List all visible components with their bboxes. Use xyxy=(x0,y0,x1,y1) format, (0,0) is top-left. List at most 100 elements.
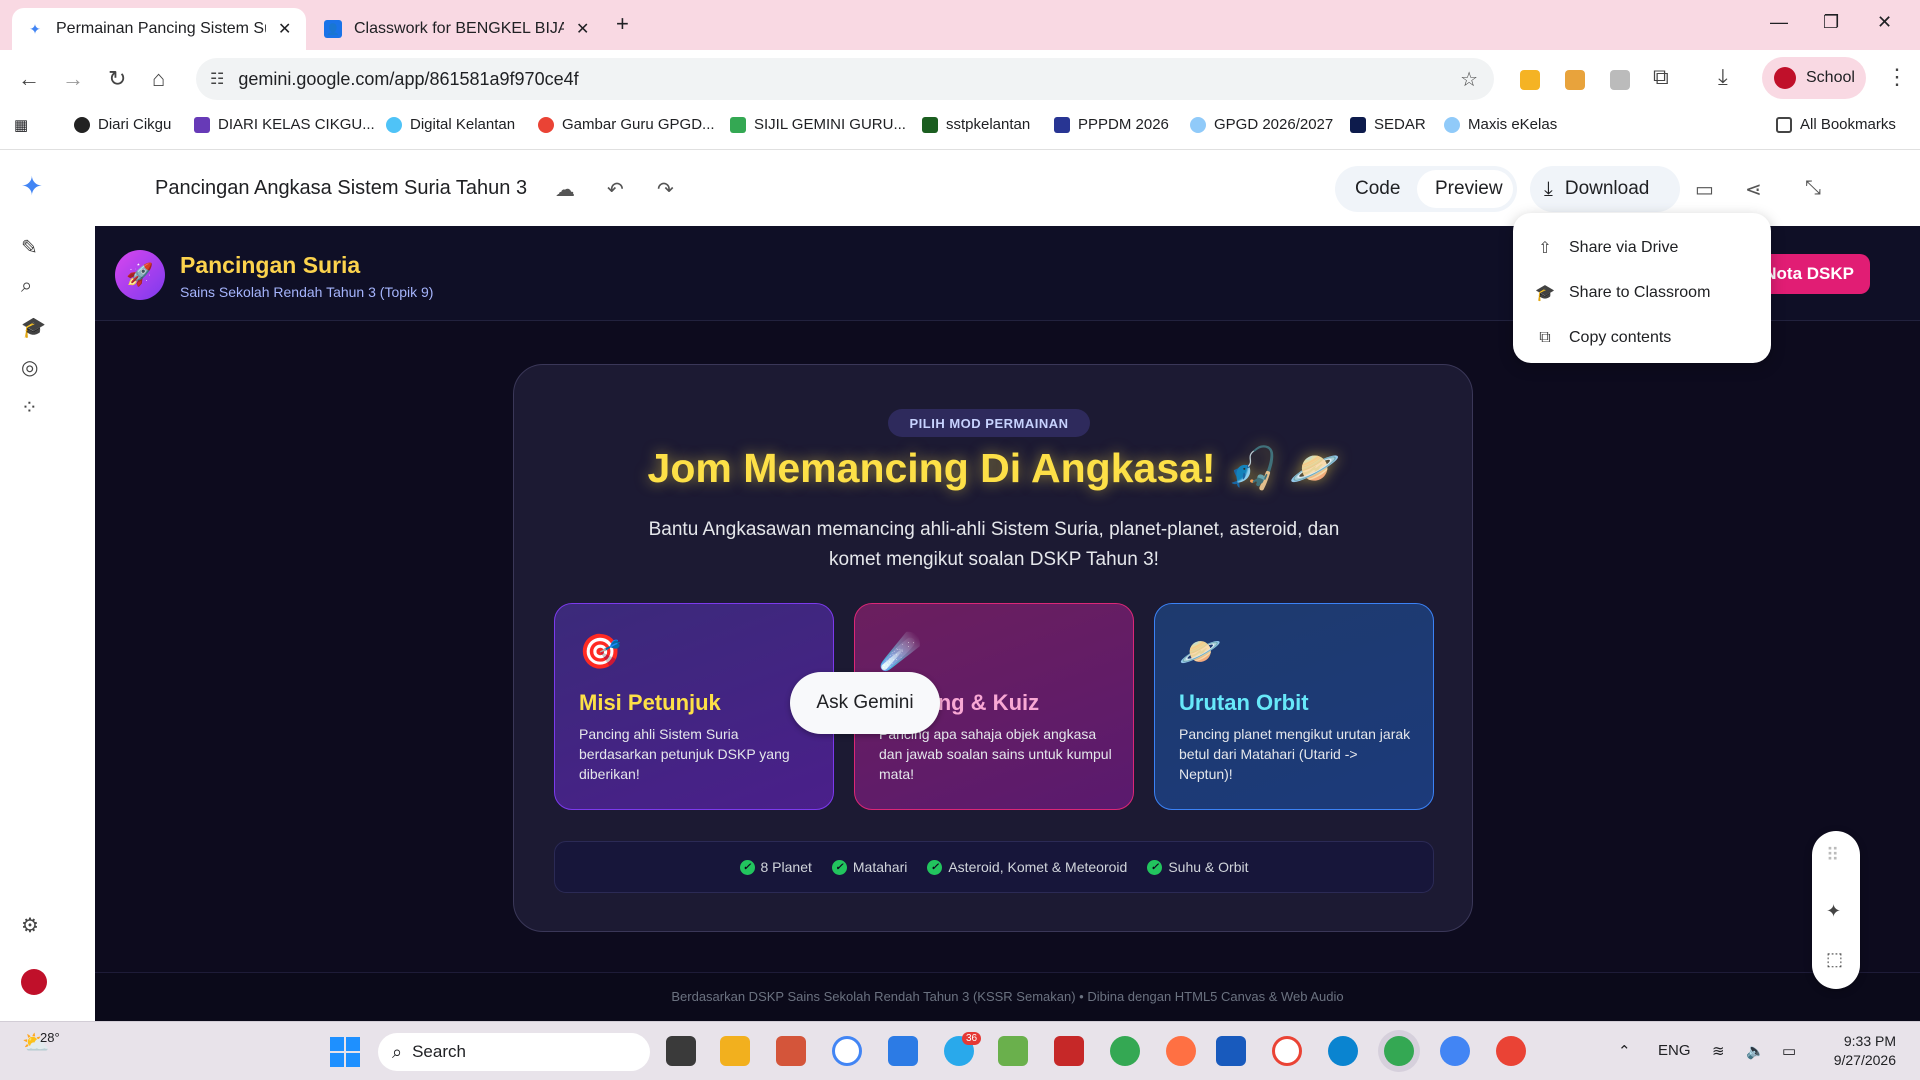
windows-taskbar: ⛅ 28° ⌕ Search 36 ⌃ ENG ≋ 🔈 ▭ 9:33 PM 9/… xyxy=(0,1021,1920,1080)
bookmark-item[interactable]: Gambar Guru GPGD... xyxy=(538,116,715,133)
select-element-icon[interactable]: ⬚ xyxy=(1826,949,1843,970)
file-explorer-icon[interactable] xyxy=(720,1036,750,1066)
classroom-icon: 👤 xyxy=(324,20,342,38)
extension-icon[interactable] xyxy=(1520,70,1540,90)
menu-kebab-icon[interactable]: ⋮ xyxy=(1886,64,1908,90)
site-settings-icon[interactable]: ☷ xyxy=(210,69,224,89)
code-tab[interactable]: Code xyxy=(1355,178,1400,200)
check-icon: ✓ xyxy=(927,859,943,875)
home-icon[interactable]: ⌂ xyxy=(152,66,165,92)
sparkle-edit-icon[interactable]: ✦ xyxy=(1826,901,1841,922)
bookmark-item[interactable]: DIARI KELAS CIKGU... xyxy=(194,116,375,133)
bookmark-item[interactable]: sstpkelantan xyxy=(922,116,1030,133)
restore-icon[interactable]: ❐ xyxy=(1823,12,1839,33)
share-icon[interactable]: ⋖ xyxy=(1745,177,1762,202)
bookmark-item[interactable]: Digital Kelantan xyxy=(386,116,515,133)
card-title: Urutan Orbit xyxy=(1179,690,1309,715)
apps-icon[interactable]: ⁘ xyxy=(21,395,38,420)
redo-icon[interactable]: ↷ xyxy=(657,177,674,202)
bookmark-item[interactable]: SEDAR xyxy=(1350,116,1426,133)
rocket-icon: 🚀 xyxy=(115,250,165,300)
temperature: 28° xyxy=(40,1030,60,1045)
ask-gemini-button[interactable]: Ask Gemini xyxy=(790,672,940,734)
task-view-icon[interactable] xyxy=(666,1036,696,1066)
address-bar[interactable]: ☷ gemini.google.com/app/861581a9f970ce4f… xyxy=(196,58,1494,100)
filezilla-icon[interactable] xyxy=(1054,1036,1084,1066)
settings-gear-icon[interactable]: ⚙ xyxy=(21,913,39,938)
bookmark-item[interactable]: Maxis eKelas xyxy=(1444,116,1557,133)
minimize-icon[interactable]: — xyxy=(1770,12,1788,33)
bookmark-item[interactable]: GPGD 2026/2027 xyxy=(1190,116,1333,133)
game-footer: Berdasarkan DSKP Sains Sekolah Rendah Ta… xyxy=(95,972,1920,1021)
new-chat-icon[interactable]: ✎ xyxy=(21,235,38,260)
preview-tab[interactable]: Preview xyxy=(1435,178,1503,200)
close-window-icon[interactable]: ✕ xyxy=(1877,12,1892,33)
code-preview-toggle: Code Preview xyxy=(1335,166,1517,212)
tab-gemini[interactable]: ✦ Permainan Pancing Sistem Suria ✕ xyxy=(12,8,306,50)
google-icon[interactable] xyxy=(832,1036,862,1066)
chrome-active-icon[interactable] xyxy=(1384,1036,1414,1066)
bookmark-star-icon[interactable]: ☆ xyxy=(1460,67,1478,92)
back-icon[interactable]: ← xyxy=(18,66,40,92)
search-icon: ⌕ xyxy=(392,1041,403,1062)
apps-grid-icon[interactable]: ▦ xyxy=(14,116,28,134)
edge-icon[interactable] xyxy=(1328,1036,1358,1066)
chrome-icon[interactable] xyxy=(1440,1036,1470,1066)
google-icon[interactable] xyxy=(1272,1036,1302,1066)
download-icon: ⤓ xyxy=(1544,177,1553,200)
download-button[interactable]: ⤓ Download xyxy=(1530,166,1680,212)
downloads-icon[interactable]: ⤓ xyxy=(1718,64,1728,90)
share-via-drive[interactable]: ⇧ Share via Drive xyxy=(1513,225,1771,270)
wifi-icon[interactable]: ≋ xyxy=(1712,1042,1725,1060)
target-icon: 🎯 xyxy=(579,633,622,671)
mode-selection-panel: PILIH MOD PERMAINAN Jom Memancing Di Ang… xyxy=(513,364,1473,932)
drive-share-icon: ⇧ xyxy=(1538,239,1552,257)
extension-icon[interactable] xyxy=(1610,70,1630,90)
console-icon[interactable]: ▭ xyxy=(1695,177,1714,202)
close-tab-icon[interactable]: ✕ xyxy=(278,19,291,39)
drag-handle-icon[interactable]: ⠿ xyxy=(1826,845,1839,866)
gemini-logo-icon[interactable]: ✦ xyxy=(21,171,43,202)
tab-classwork[interactable]: 👤 Classwork for BENGKEL BIJAK D ✕ xyxy=(310,8,604,50)
bookmark-item[interactable]: SIJIL GEMINI GURU... xyxy=(730,116,906,133)
new-tab-icon[interactable]: + xyxy=(616,11,629,37)
show-hidden-icons[interactable]: ⌃ xyxy=(1618,1042,1631,1060)
forward-icon[interactable]: → xyxy=(62,66,84,92)
chrome-icon[interactable] xyxy=(1110,1036,1140,1066)
weather-widget[interactable]: ⛅ 28° xyxy=(22,1030,60,1056)
search-icon[interactable]: ⌕ xyxy=(21,275,32,298)
topic-item: ✓ Suhu & Orbit xyxy=(1147,859,1248,875)
language-indicator[interactable]: ENG xyxy=(1658,1042,1691,1059)
taskbar-search[interactable]: ⌕ Search xyxy=(378,1033,650,1071)
battery-icon[interactable]: ▭ xyxy=(1782,1042,1796,1060)
profile-chip[interactable]: School xyxy=(1762,57,1866,99)
start-button[interactable] xyxy=(330,1037,360,1067)
game-subtitle: Sains Sekolah Rendah Tahun 3 (Topik 9) xyxy=(180,284,434,300)
extension-icon[interactable] xyxy=(1565,70,1585,90)
chrome-icon[interactable] xyxy=(1496,1036,1526,1066)
copy-contents[interactable]: ⧉ Copy contents xyxy=(1513,315,1771,360)
gems-icon[interactable]: ◎ xyxy=(21,355,38,380)
close-tab-icon[interactable]: ✕ xyxy=(576,19,589,39)
firefox-icon[interactable] xyxy=(1166,1036,1196,1066)
nota-dskp-button[interactable]: Nota DSKP xyxy=(1755,254,1870,294)
cloud-saved-icon: ☁ xyxy=(555,179,575,201)
topic-item: ✓ Asteroid, Komet & Meteoroid xyxy=(927,859,1127,875)
app-icon[interactable] xyxy=(888,1036,918,1066)
app-icon[interactable] xyxy=(776,1036,806,1066)
mode-card-urutan-orbit[interactable]: 🪐 Urutan Orbit Pancing planet mengikut u… xyxy=(1154,603,1434,810)
clock[interactable]: 9:33 PM 9/27/2026 xyxy=(1822,1032,1896,1070)
avatar[interactable] xyxy=(21,969,47,995)
word-icon[interactable] xyxy=(1216,1036,1246,1066)
collapse-icon[interactable]: ⤡ xyxy=(1805,177,1821,200)
learning-icon[interactable]: 🎓 xyxy=(21,315,46,340)
share-to-classroom[interactable]: 🎓 Share to Classroom xyxy=(1513,270,1771,315)
bookmark-item[interactable]: PPPDM 2026 xyxy=(1054,116,1169,133)
undo-icon[interactable]: ↶ xyxy=(607,177,624,202)
volume-icon[interactable]: 🔈 xyxy=(1746,1042,1765,1060)
reload-icon[interactable]: ↻ xyxy=(108,66,126,92)
extensions-puzzle-icon[interactable]: ⧉ xyxy=(1653,64,1669,90)
bookmark-item[interactable]: Diari Cikgu xyxy=(74,116,171,133)
app-icon[interactable] xyxy=(998,1036,1028,1066)
all-bookmarks[interactable]: All Bookmarks xyxy=(1776,116,1896,133)
